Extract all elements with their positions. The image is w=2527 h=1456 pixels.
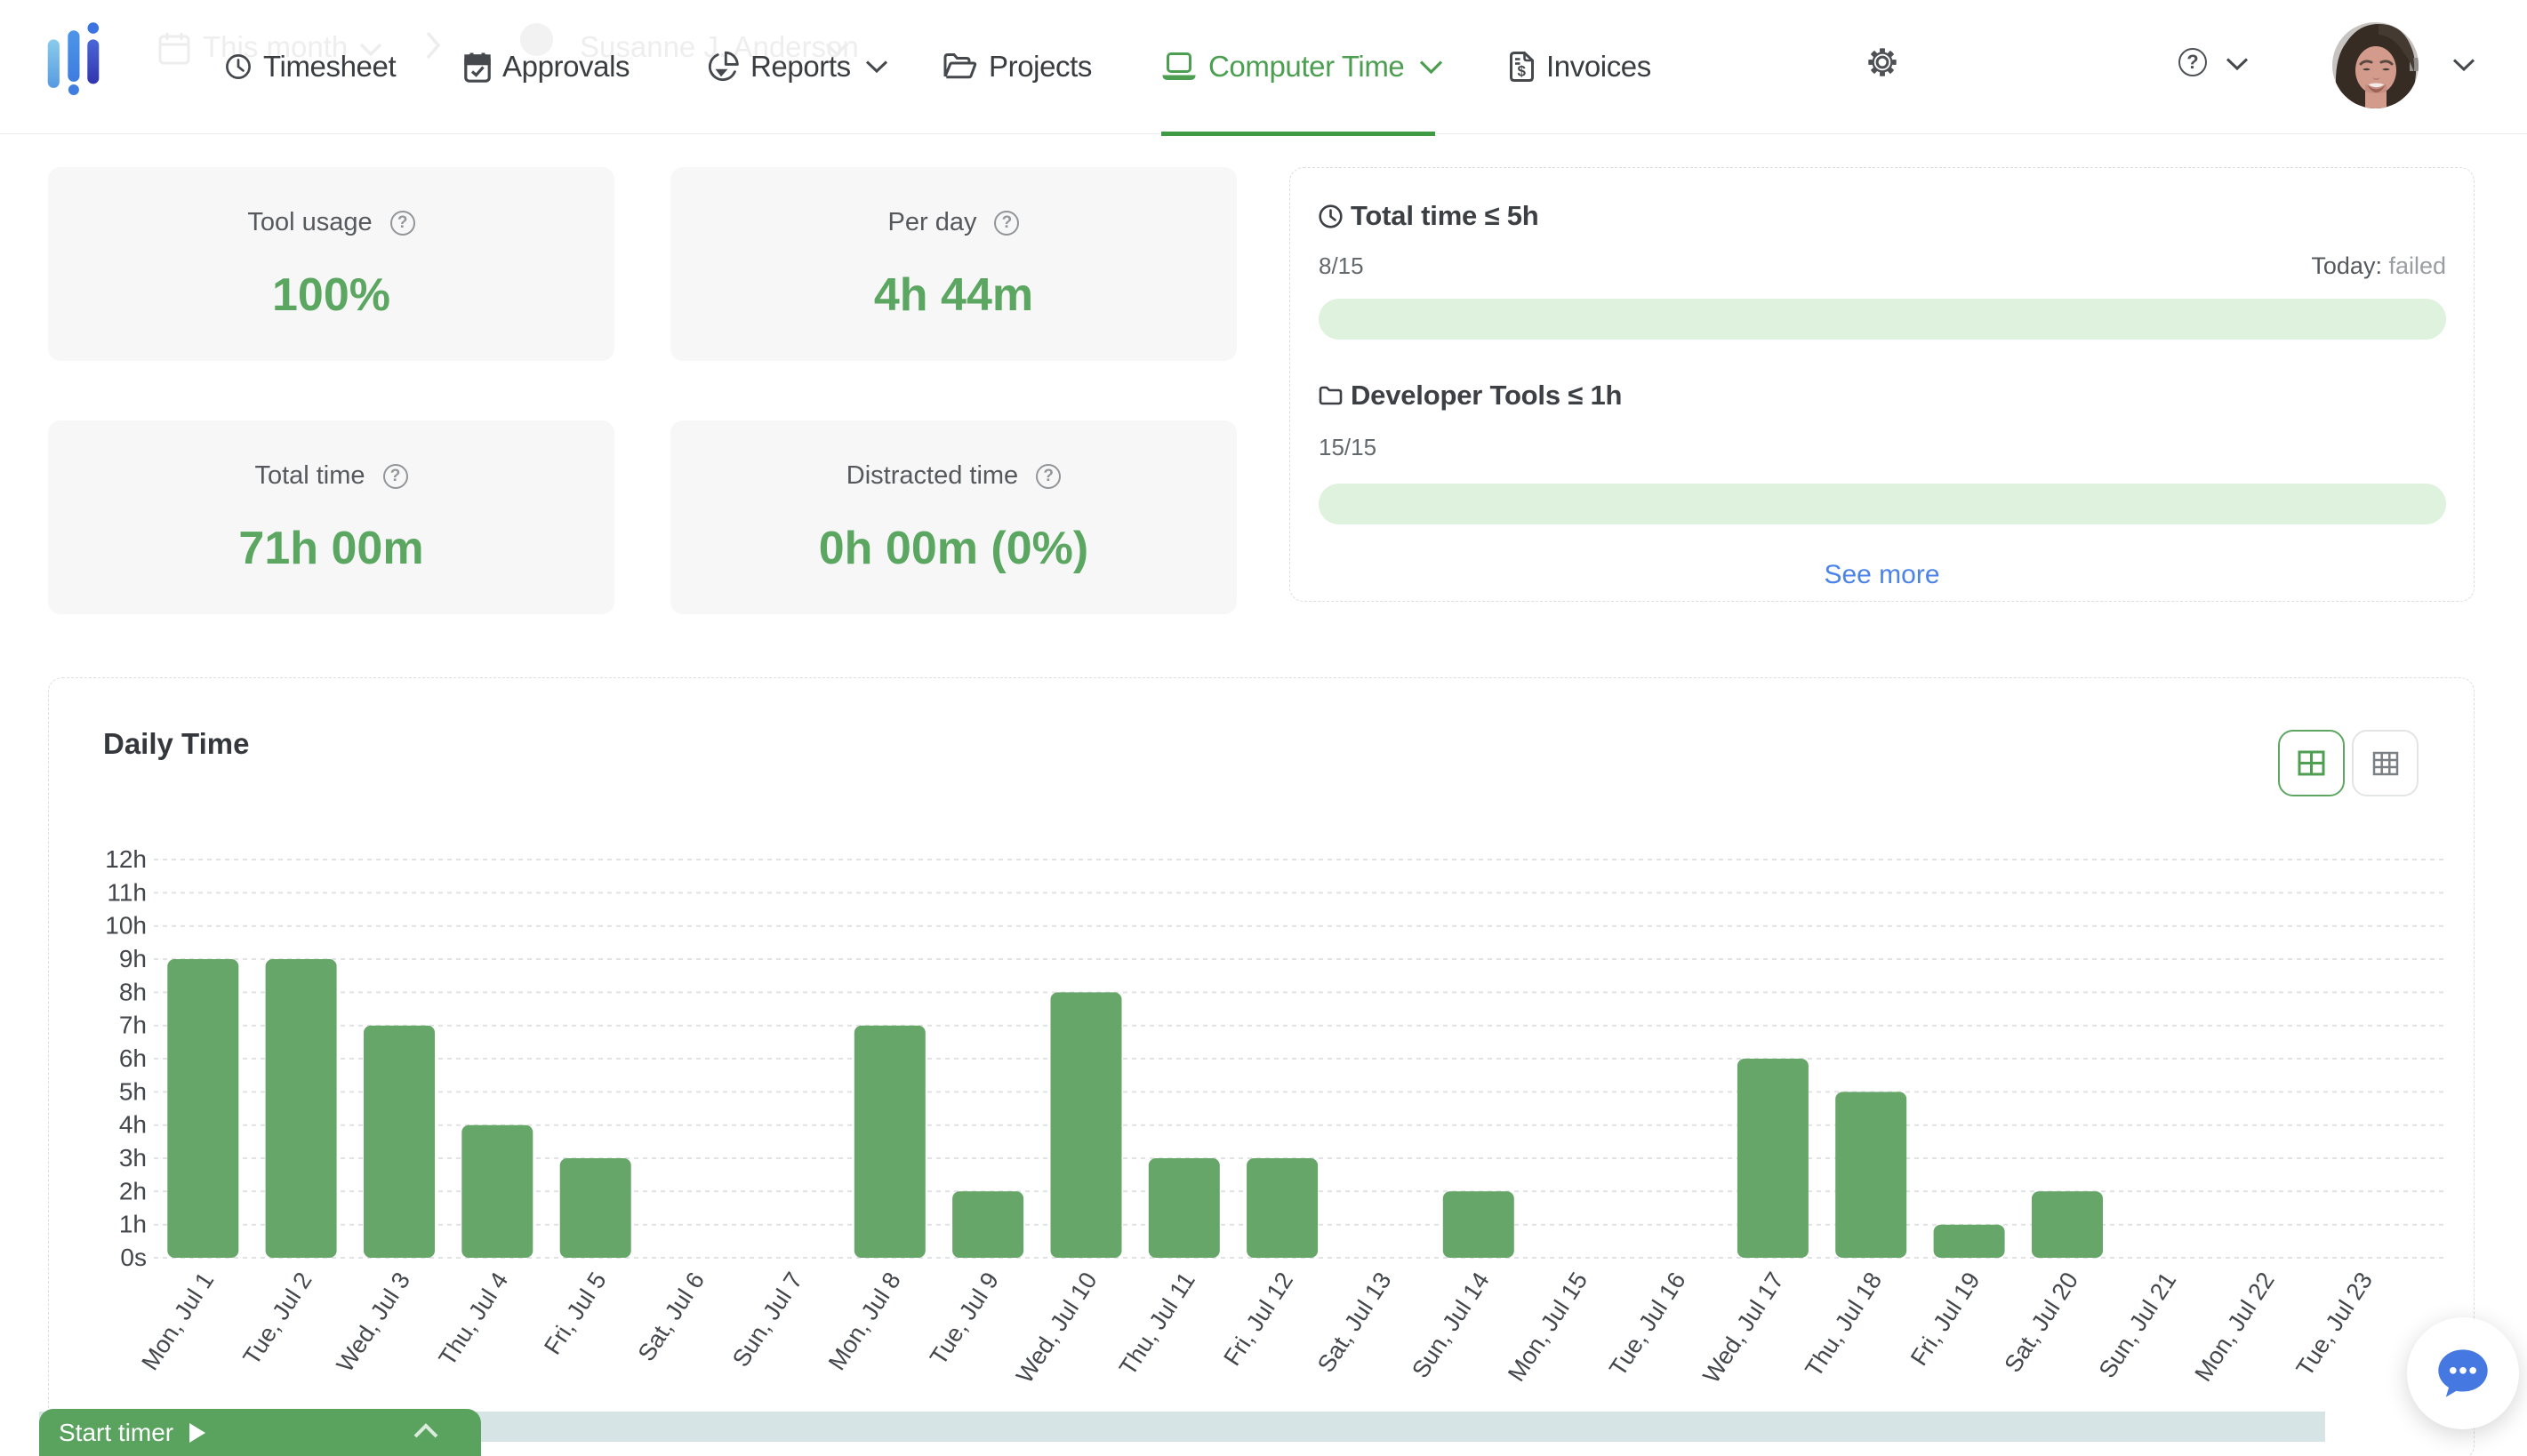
svg-text:Wed, Jul 3: Wed, Jul 3 bbox=[332, 1268, 415, 1377]
svg-text:Sat, Jul 20: Sat, Jul 20 bbox=[1999, 1268, 2083, 1377]
svg-text:Tue, Jul 23: Tue, Jul 23 bbox=[2291, 1268, 2378, 1381]
svg-text:7h: 7h bbox=[119, 1012, 147, 1039]
svg-text:11h: 11h bbox=[107, 878, 147, 906]
svg-text:Sun, Jul 21: Sun, Jul 21 bbox=[2094, 1268, 2182, 1383]
svg-text:Thu, Jul 11: Thu, Jul 11 bbox=[1114, 1268, 1200, 1380]
svg-text:12h: 12h bbox=[105, 845, 147, 873]
svg-text:Mon, Jul 8: Mon, Jul 8 bbox=[823, 1268, 906, 1375]
svg-text:0s: 0s bbox=[120, 1244, 147, 1271]
svg-text:Mon, Jul 15: Mon, Jul 15 bbox=[1503, 1268, 1592, 1386]
svg-text:Thu, Jul 18: Thu, Jul 18 bbox=[1800, 1268, 1887, 1381]
svg-text:Sun, Jul 14: Sun, Jul 14 bbox=[1407, 1268, 1495, 1383]
svg-text:Sun, Jul 7: Sun, Jul 7 bbox=[727, 1268, 808, 1372]
svg-text:8h: 8h bbox=[119, 978, 147, 1005]
svg-text:Fri, Jul 19: Fri, Jul 19 bbox=[1905, 1268, 1986, 1371]
svg-text:Sat, Jul 6: Sat, Jul 6 bbox=[633, 1268, 710, 1366]
svg-text:$: $ bbox=[1517, 63, 1526, 80]
svg-text:Tue, Jul 16: Tue, Jul 16 bbox=[1604, 1268, 1690, 1381]
svg-text:Fri, Jul 12: Fri, Jul 12 bbox=[1218, 1268, 1298, 1371]
svg-text:Mon, Jul 1: Mon, Jul 1 bbox=[136, 1268, 219, 1375]
svg-text:1h: 1h bbox=[119, 1211, 147, 1238]
svg-text:6h: 6h bbox=[119, 1044, 147, 1072]
svg-text:9h: 9h bbox=[119, 945, 147, 972]
svg-text:2h: 2h bbox=[119, 1177, 147, 1204]
svg-text:Wed, Jul 17: Wed, Jul 17 bbox=[1697, 1268, 1789, 1388]
svg-text:Mon, Jul 22: Mon, Jul 22 bbox=[2190, 1268, 2280, 1386]
svg-text:Fri, Jul 5: Fri, Jul 5 bbox=[539, 1268, 612, 1359]
svg-text:Tue, Jul 9: Tue, Jul 9 bbox=[925, 1268, 1004, 1370]
svg-text:4h: 4h bbox=[119, 1111, 147, 1139]
svg-text:Thu, Jul 4: Thu, Jul 4 bbox=[434, 1268, 514, 1371]
svg-text:Wed, Jul 10: Wed, Jul 10 bbox=[1011, 1268, 1103, 1388]
svg-text:3h: 3h bbox=[119, 1144, 147, 1172]
svg-text:10h: 10h bbox=[105, 912, 147, 940]
svg-text:5h: 5h bbox=[119, 1077, 147, 1105]
svg-text:Tue, Jul 2: Tue, Jul 2 bbox=[237, 1268, 317, 1370]
svg-text:Sat, Jul 13: Sat, Jul 13 bbox=[1312, 1268, 1397, 1377]
